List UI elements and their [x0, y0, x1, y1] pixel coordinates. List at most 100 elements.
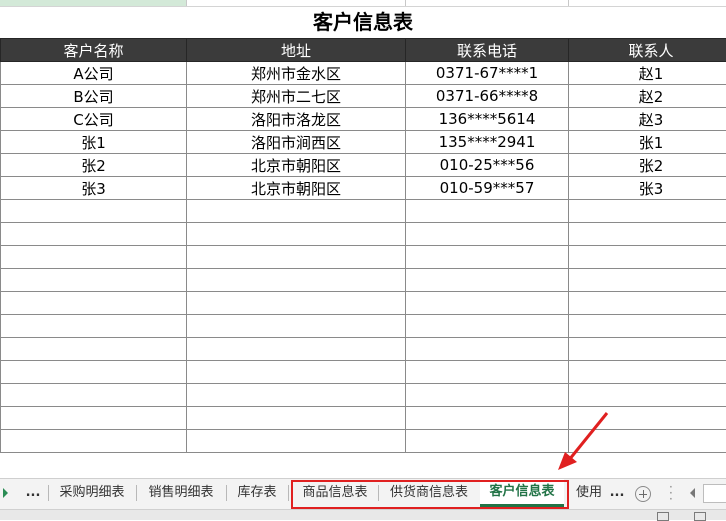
cell-customer-name[interactable] — [1, 292, 187, 315]
column-separator — [405, 0, 406, 6]
cell-phone[interactable]: 0371-67****1 — [406, 62, 569, 85]
cell-address[interactable] — [187, 269, 406, 292]
cell-phone[interactable] — [406, 315, 569, 338]
cell-contact[interactable]: 赵2 — [569, 85, 726, 108]
cell-contact[interactable]: 张1 — [569, 131, 726, 154]
cell-address[interactable]: 洛阳市涧西区 — [187, 131, 406, 154]
sheet-tab-bar: ... 采购明细表 销售明细表 库存表 商品信息表 供货商信息表 客户信息表 使… — [0, 478, 726, 509]
cell-address[interactable] — [187, 384, 406, 407]
cell-contact[interactable] — [569, 407, 726, 430]
table-row: 张1洛阳市涧西区135****2941张1 — [1, 131, 726, 154]
cell-contact[interactable] — [569, 361, 726, 384]
cell-phone[interactable]: 136****5614 — [406, 108, 569, 131]
selected-column-header[interactable] — [0, 0, 186, 6]
cell-address[interactable] — [187, 292, 406, 315]
cell-phone[interactable] — [406, 269, 569, 292]
cell-contact[interactable] — [569, 338, 726, 361]
cell-contact[interactable] — [569, 384, 726, 407]
scroll-left-icon[interactable] — [690, 488, 695, 498]
cell-customer-name[interactable] — [1, 223, 187, 246]
cell-customer-name[interactable] — [1, 246, 187, 269]
cell-customer-name[interactable] — [1, 430, 187, 453]
cell-phone[interactable] — [406, 200, 569, 223]
split-handle-icon[interactable]: ··· — [669, 484, 673, 502]
tab-divider — [288, 485, 289, 501]
normal-view-icon[interactable] — [657, 512, 669, 521]
cell-address[interactable] — [187, 315, 406, 338]
cell-contact[interactable] — [569, 292, 726, 315]
cell-address[interactable] — [187, 430, 406, 453]
tabs-more-left[interactable]: ... — [20, 479, 46, 507]
cell-customer-name[interactable]: 张1 — [1, 131, 187, 154]
table-body: A公司郑州市金水区0371-67****1赵1 B公司郑州市二七区0371-66*… — [1, 62, 726, 453]
cell-customer-name[interactable]: A公司 — [1, 62, 187, 85]
cell-address[interactable]: 北京市朝阳区 — [187, 177, 406, 200]
cell-phone[interactable] — [406, 292, 569, 315]
tab-supplier-info[interactable]: 供货商信息表 — [379, 479, 479, 507]
table-row — [1, 292, 726, 315]
horizontal-scrollbar[interactable] — [703, 484, 726, 503]
tabs-more-right[interactable]: ... — [606, 479, 628, 507]
tab-usage[interactable]: 使用 — [574, 479, 604, 507]
cell-phone[interactable] — [406, 407, 569, 430]
table-row — [1, 200, 726, 223]
cell-contact[interactable] — [569, 223, 726, 246]
cell-address[interactable] — [187, 223, 406, 246]
cell-customer-name[interactable] — [1, 200, 187, 223]
header-phone[interactable]: 联系电话 — [406, 39, 569, 62]
header-address[interactable]: 地址 — [187, 39, 406, 62]
sheet-title[interactable]: 客户信息表 — [0, 7, 726, 37]
cell-customer-name[interactable]: C公司 — [1, 108, 187, 131]
cell-phone[interactable] — [406, 223, 569, 246]
cell-phone[interactable] — [406, 246, 569, 269]
cell-address[interactable]: 洛阳市洛龙区 — [187, 108, 406, 131]
customer-table: 客户名称 地址 联系电话 联系人 A公司郑州市金水区0371-67****1赵1… — [0, 38, 726, 453]
add-sheet-icon[interactable] — [635, 486, 651, 502]
cell-contact[interactable] — [569, 246, 726, 269]
cell-address[interactable] — [187, 200, 406, 223]
cell-address[interactable]: 郑州市二七区 — [187, 85, 406, 108]
tab-purchase-detail[interactable]: 采购明细表 — [49, 479, 135, 507]
cell-address[interactable]: 北京市朝阳区 — [187, 154, 406, 177]
cell-phone[interactable]: 0371-66****8 — [406, 85, 569, 108]
cell-customer-name[interactable]: 张2 — [1, 154, 187, 177]
cell-customer-name[interactable] — [1, 269, 187, 292]
cell-address[interactable]: 郑州市金水区 — [187, 62, 406, 85]
cell-contact[interactable] — [569, 315, 726, 338]
cell-phone[interactable]: 010-25***56 — [406, 154, 569, 177]
cell-address[interactable] — [187, 407, 406, 430]
tab-sales-detail[interactable]: 销售明细表 — [137, 479, 225, 507]
cell-phone[interactable]: 010-59***57 — [406, 177, 569, 200]
cell-phone[interactable] — [406, 384, 569, 407]
cell-contact[interactable] — [569, 269, 726, 292]
cell-customer-name[interactable] — [1, 407, 187, 430]
cell-contact[interactable]: 张2 — [569, 154, 726, 177]
cell-contact[interactable]: 张3 — [569, 177, 726, 200]
cell-address[interactable] — [187, 338, 406, 361]
cell-customer-name[interactable]: B公司 — [1, 85, 187, 108]
cell-customer-name[interactable]: 张3 — [1, 177, 187, 200]
page-layout-icon[interactable] — [694, 512, 706, 521]
cell-address[interactable] — [187, 361, 406, 384]
nav-right-icon[interactable] — [3, 488, 8, 498]
cell-address[interactable] — [187, 246, 406, 269]
cell-contact[interactable] — [569, 200, 726, 223]
cell-customer-name[interactable] — [1, 315, 187, 338]
header-customer-name[interactable]: 客户名称 — [1, 39, 187, 62]
cell-phone[interactable] — [406, 430, 569, 453]
cell-contact[interactable]: 赵3 — [569, 108, 726, 131]
table-row: 张3北京市朝阳区010-59***57张3 — [1, 177, 726, 200]
cell-customer-name[interactable] — [1, 361, 187, 384]
cell-contact[interactable]: 赵1 — [569, 62, 726, 85]
cell-phone[interactable] — [406, 361, 569, 384]
header-contact[interactable]: 联系人 — [569, 39, 726, 62]
cell-customer-name[interactable] — [1, 338, 187, 361]
tab-inventory[interactable]: 库存表 — [227, 479, 287, 507]
cell-contact[interactable] — [569, 430, 726, 453]
tab-customer-info[interactable]: 客户信息表 — [480, 479, 564, 507]
tab-product-info[interactable]: 商品信息表 — [293, 479, 377, 507]
column-separator — [186, 0, 187, 6]
cell-customer-name[interactable] — [1, 384, 187, 407]
cell-phone[interactable]: 135****2941 — [406, 131, 569, 154]
cell-phone[interactable] — [406, 338, 569, 361]
